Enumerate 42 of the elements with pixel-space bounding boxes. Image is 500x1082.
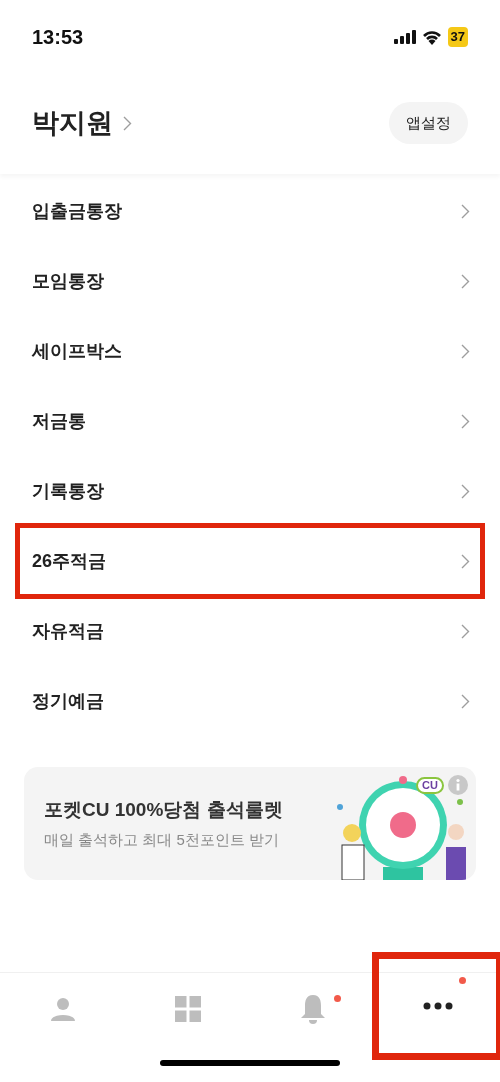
menu-item[interactable]: 입출금통장 — [0, 176, 500, 246]
battery-indicator: 37 — [447, 27, 468, 47]
menu-label: 26주적금 — [32, 549, 107, 573]
menu-label: 자유적금 — [32, 619, 104, 643]
chevron-icon — [461, 483, 470, 499]
chevron-icon — [461, 413, 470, 429]
menu-item[interactable]: 저금통 — [0, 386, 500, 456]
chevron-icon — [461, 553, 470, 569]
menu-item[interactable]: 정기예금 — [0, 666, 500, 736]
promo-banner[interactable]: 포켓CU 100%당첨 출석룰렛 매일 출석하고 최대 5천포인트 받기 CU — [24, 767, 476, 880]
menu-item[interactable]: 기록통장 — [0, 456, 500, 526]
menu-item[interactable]: 자유적금 — [0, 596, 500, 666]
menu-label: 정기예금 — [32, 689, 104, 713]
chevron-icon — [461, 623, 470, 639]
banner-subtitle: 매일 출석하고 최대 5천포인트 받기 — [44, 829, 280, 850]
menu-label: 세이프박스 — [32, 339, 122, 363]
chevron-icon — [123, 115, 132, 131]
menu-label: 모임통장 — [32, 269, 104, 293]
menu-item[interactable]: 26주적금 — [18, 526, 482, 596]
menu-label: 저금통 — [32, 409, 86, 433]
signal-icon — [393, 30, 416, 44]
banner-title: 포켓CU 100%당첨 출석룰렛 — [44, 798, 283, 822]
wifi-icon — [421, 29, 442, 45]
chevron-icon — [461, 273, 470, 289]
profile-name: 박지원 — [32, 106, 113, 140]
app-settings-button[interactable]: 앱설정 — [389, 102, 468, 144]
menu-label: 입출금통장 — [32, 199, 122, 223]
info-icon[interactable] — [448, 775, 468, 795]
more-icon — [422, 1002, 453, 1010]
tab-bar-item[interactable] — [375, 955, 500, 1057]
menu-item[interactable]: 모임통장 — [0, 246, 500, 316]
person-icon — [49, 995, 76, 1022]
status-time: 13:53 — [32, 25, 84, 50]
grid-icon — [174, 995, 201, 1022]
chevron-icon — [461, 693, 470, 709]
chevron-icon — [461, 203, 470, 219]
profile-link[interactable]: 박지원 — [32, 102, 132, 144]
menu-label: 기록통장 — [32, 479, 104, 503]
bell-icon — [299, 993, 326, 1024]
brand-logo: CU — [416, 776, 444, 794]
chevron-icon — [461, 343, 470, 359]
menu-item[interactable]: 세이프박스 — [0, 316, 500, 386]
